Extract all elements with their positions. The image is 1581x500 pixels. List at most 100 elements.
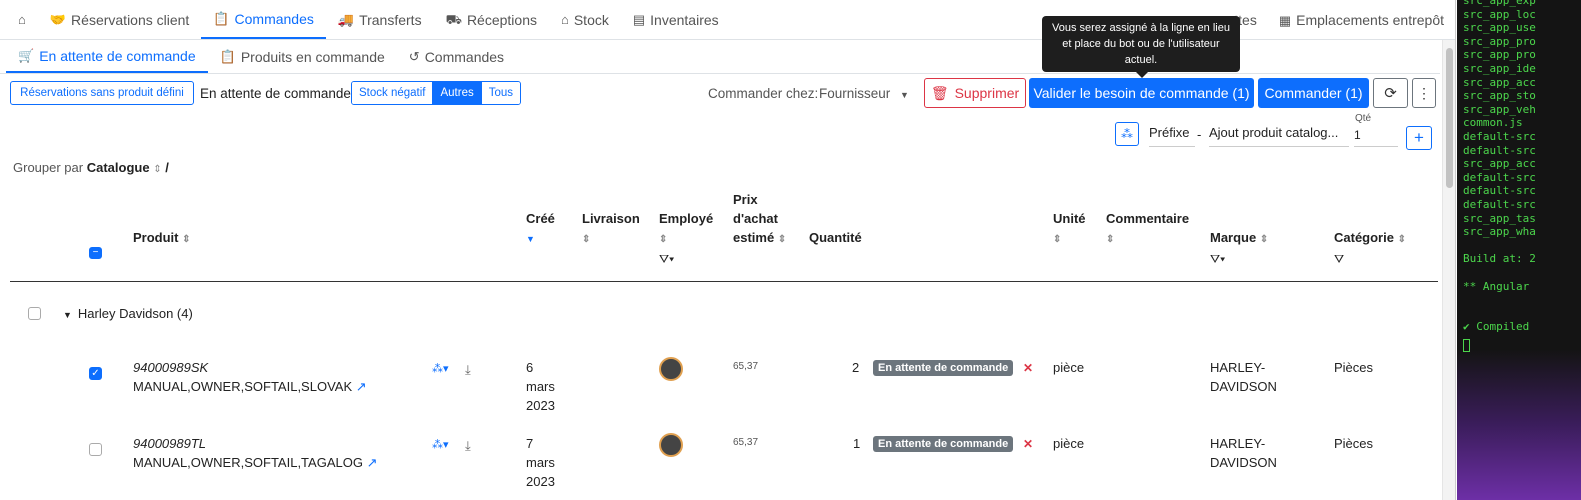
col-label: Catégorie <box>1334 230 1394 245</box>
nav-emplacements[interactable]: ▦ Emplacements entrepôt <box>1279 12 1444 28</box>
group-toggle[interactable]: ▼ Harley Davidson (4) <box>63 304 193 325</box>
col-category[interactable]: Catégorie ⇕ ⛛ <box>1334 228 1406 269</box>
col-label: Produit <box>133 230 179 245</box>
terminal-line: default-src <box>1463 170 1536 184</box>
col-comment[interactable]: Commentaire ⇕ <box>1106 209 1189 249</box>
terminal-line: default-src <box>1463 184 1536 198</box>
trash-icon: 🗑 <box>930 84 949 101</box>
created-year: 2023 <box>526 398 555 413</box>
refresh-icon: ⟳ <box>1384 85 1397 102</box>
terminal-line: src_app_ide <box>1463 62 1536 75</box>
group-by-value[interactable]: Catalogue <box>87 160 150 175</box>
brand-l1: HARLEY- <box>1210 360 1266 375</box>
home-icon: ⌂ <box>18 12 26 27</box>
nav-stock[interactable]: ⌂ Stock <box>549 0 621 39</box>
filter-icon[interactable]: ⛛▾ <box>659 252 674 266</box>
filter-stock-negatif[interactable]: Stock négatif <box>352 82 434 104</box>
order-from-select[interactable]: Fournisseur ▼ <box>819 84 909 105</box>
select-all-checkbox[interactable]: − <box>89 247 102 259</box>
remove-status-icon[interactable]: ✕ <box>1023 361 1033 375</box>
product-ref: 94000989TL <box>133 436 207 451</box>
caret-down-icon: ▼ <box>63 310 72 320</box>
download-icon[interactable]: ⤓ <box>465 360 471 379</box>
order-button[interactable]: Commander (1) <box>1258 78 1369 108</box>
catalog-dropdown[interactable]: ⁂▾ <box>432 360 449 379</box>
group-label: Harley Davidson (4) <box>77 306 193 321</box>
col-label: Créé <box>526 211 555 226</box>
product-name: MANUAL,OWNER,SOFTAIL,TAGALOG <box>133 455 363 470</box>
tab-label: Produits en commande <box>240 48 385 65</box>
col-label-l3: estimé <box>733 230 775 245</box>
col-brand[interactable]: Marque ⇕ ⛛▾ <box>1210 228 1268 269</box>
clipboard-icon: 📋 <box>213 11 230 26</box>
scrollbar-thumb[interactable] <box>1446 48 1453 188</box>
plus-icon: + <box>1414 128 1424 147</box>
prefix-dash: - <box>1197 127 1202 142</box>
nav-reservations-client[interactable]: 🤝 Réservations client <box>38 0 201 39</box>
remove-status-icon[interactable]: ✕ <box>1023 437 1033 451</box>
col-unit[interactable]: Unité ⇕ <box>1053 209 1086 249</box>
sort-icon: ⇕ <box>1053 234 1062 245</box>
filter-segment: Stock négatif Autres Tous <box>351 81 522 105</box>
filter-icon[interactable]: ⛛▾ <box>1210 252 1225 266</box>
nav-receptions[interactable]: ⛟ Réceptions <box>434 0 549 39</box>
nav-commandes[interactable]: 📋 Commandes <box>201 0 326 39</box>
tooltip: Vous serez assigné à la ligne en lieu et… <box>1042 16 1240 78</box>
reservations-sans-produit-button[interactable]: Réservations sans produit défini <box>10 81 194 105</box>
refresh-button[interactable]: ⟳ <box>1373 78 1408 108</box>
terminal-line: src_app_sto <box>1463 89 1536 103</box>
sort-icon: ⇕ <box>777 234 787 245</box>
external-link-icon[interactable]: ↗ <box>356 379 367 394</box>
tab-commandes[interactable]: ↺ Commandes <box>397 40 516 73</box>
catalog-button[interactable]: ⁂ <box>1115 122 1139 146</box>
tab-produits-en-commande[interactable]: 📋 Produits en commande <box>208 40 397 73</box>
sort-icon: ⇕ <box>659 234 668 245</box>
col-price[interactable]: Prix d'achat estimé ⇕ <box>733 190 786 249</box>
nav-label: Transferts <box>359 11 422 28</box>
row-price: 65,37 <box>733 437 759 448</box>
nav-transferts[interactable]: 🚚 Transferts <box>326 0 434 39</box>
external-link-icon[interactable]: ↗ <box>367 455 378 470</box>
col-delivery[interactable]: Livraison ⇕ <box>582 209 640 249</box>
terminal-line: ** Angular <box>1463 279 1530 293</box>
filter-tous[interactable]: Tous <box>481 82 521 104</box>
truck-icon: 🚚 <box>337 12 355 27</box>
brand-l2: DAVIDSON <box>1210 455 1277 470</box>
col-quantity[interactable]: Quantité <box>809 228 862 247</box>
handshake-icon: 🤝 <box>49 12 67 27</box>
col-created[interactable]: Créé ▼ <box>526 209 555 249</box>
sort-icon: ⇕ <box>582 234 591 245</box>
order-from-value: Fournisseur <box>819 86 891 101</box>
filter-autres[interactable]: Autres <box>433 82 482 104</box>
add-product-button[interactable]: + <box>1406 126 1432 150</box>
avatar <box>659 433 683 457</box>
cubes-icon: ⁂ <box>1121 127 1133 141</box>
terminal-line: src_app_use <box>1463 21 1536 35</box>
more-button[interactable]: ⋮ <box>1412 78 1436 108</box>
validate-need-button[interactable]: Valider le besoin de commande (1) <box>1029 78 1254 108</box>
vertical-scrollbar[interactable] <box>1442 40 1455 500</box>
delete-button[interactable]: 🗑 Supprimer <box>924 78 1026 108</box>
row-checkbox[interactable] <box>89 443 102 456</box>
product-add-field[interactable]: Ajout produit catalog... <box>1209 125 1349 147</box>
prefix-field[interactable]: Préfixe <box>1149 125 1195 147</box>
download-icon[interactable]: ⤓ <box>465 436 471 455</box>
sort-icon[interactable]: ⇕ <box>153 164 161 175</box>
catalog-dropdown[interactable]: ⁂▾ <box>432 436 449 455</box>
qty-input[interactable]: 1 <box>1354 128 1398 147</box>
filter-icon[interactable]: ⛛ <box>1334 252 1344 266</box>
row-created: 7 mars 2023 <box>526 434 555 491</box>
top-nav-right: ettes ▦ Emplacements entrepôt <box>1226 0 1444 40</box>
sort-icon: ⇕ <box>1259 234 1269 245</box>
col-product[interactable]: Produit ⇕ <box>133 228 191 249</box>
row-category: Pièces <box>1334 436 1374 451</box>
product-ref: 94000989SK <box>133 360 209 375</box>
row-checkbox[interactable]: ✓ <box>89 367 102 380</box>
col-employee[interactable]: Employé ⇕ ⛛▾ <box>659 209 713 269</box>
tab-en-attente[interactable]: 🛒 En attente de commande <box>6 40 208 73</box>
group-checkbox[interactable] <box>28 307 41 320</box>
nav-home[interactable]: ⌂ <box>6 0 38 39</box>
nav-label: Emplacements entrepôt <box>1296 12 1444 28</box>
nav-inventaires[interactable]: ▤ Inventaires <box>621 0 731 39</box>
group-by-separator: / <box>165 160 169 175</box>
